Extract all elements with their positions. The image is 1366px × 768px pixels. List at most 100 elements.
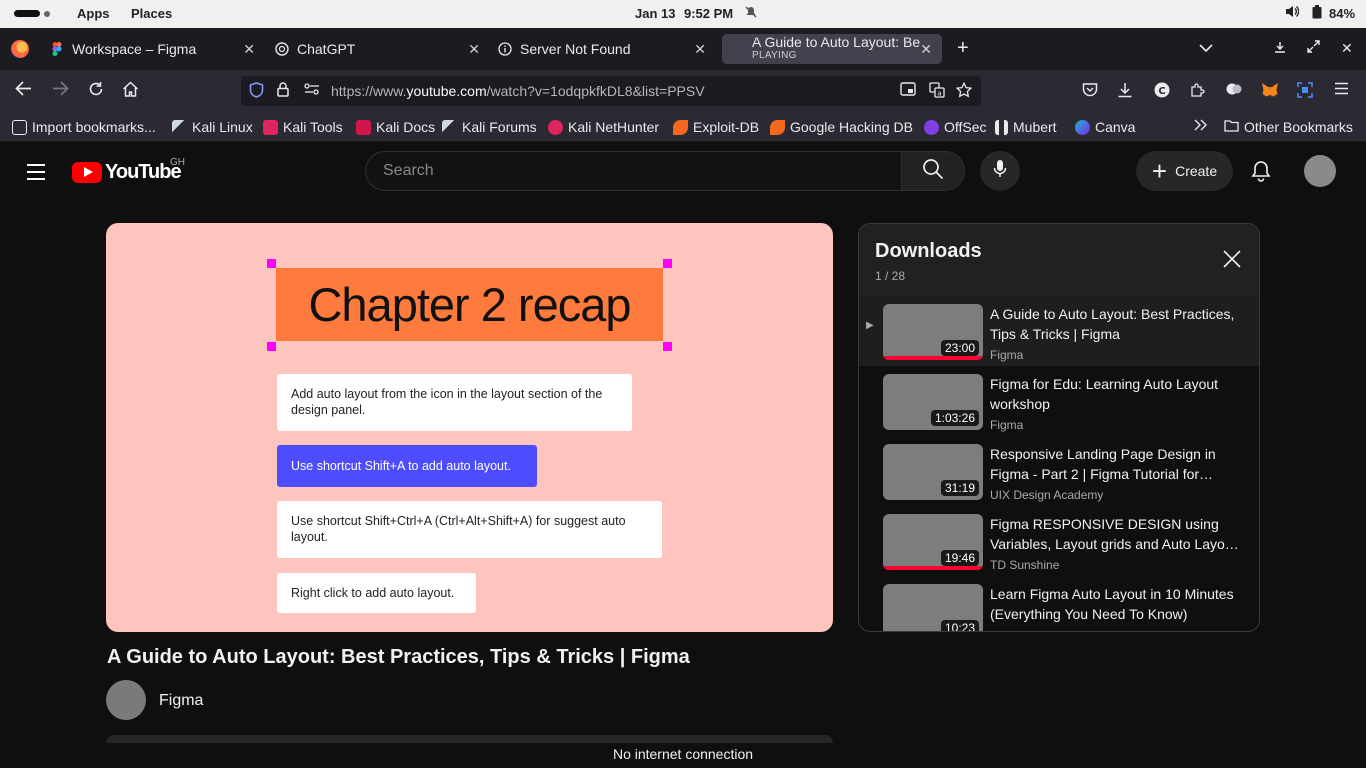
- app-menu-icon[interactable]: [1334, 82, 1349, 99]
- close-tab-icon[interactable]: ✕: [468, 41, 480, 58]
- close-tab-icon[interactable]: ✕: [920, 41, 932, 58]
- playlist-item[interactable]: 19:46 Figma RESPONSIVE DESIGN using Vari…: [859, 506, 1259, 576]
- account-avatar[interactable]: [1304, 155, 1336, 187]
- translate-icon[interactable]: a: [929, 82, 945, 101]
- bookmark-label: Kali NetHunter: [568, 119, 660, 135]
- playlist-item-channel: TD Sunshine: [990, 558, 1060, 572]
- download-window-icon[interactable]: [1274, 40, 1286, 56]
- bookmark-kali-tools[interactable]: Kali Tools: [263, 119, 343, 135]
- tracking-shield-icon[interactable]: [249, 82, 264, 101]
- time-label[interactable]: 9:52 PM: [684, 6, 733, 21]
- bookmark-import[interactable]: Import bookmarks...: [12, 119, 156, 135]
- playlist-item-title[interactable]: Figma for Edu: Learning Auto Layout work…: [990, 374, 1245, 414]
- apps-menu[interactable]: Apps: [77, 6, 110, 21]
- tab-title: Workspace – Figma: [72, 41, 197, 57]
- notifications-bell-icon[interactable]: [1251, 160, 1271, 187]
- tab-figma[interactable]: Workspace – Figma ✕: [50, 34, 265, 64]
- playlist-panel: Downloads 1 / 28 ▶ 23:00 A Guide to Auto…: [858, 223, 1260, 632]
- playlist-item-title[interactable]: Figma RESPONSIVE DESIGN using Variables,…: [990, 514, 1245, 554]
- youtube-logo[interactable]: YouTube: [72, 161, 182, 184]
- tab-server-not-found[interactable]: Server Not Found ✕: [498, 34, 716, 64]
- bookmark-label: Canva: [1095, 119, 1136, 135]
- bookmark-offsec[interactable]: OffSec: [924, 119, 987, 135]
- activities-indicator[interactable]: [14, 10, 50, 17]
- video-thumbnail[interactable]: 19:46: [883, 514, 983, 570]
- import-icon: [12, 119, 27, 135]
- restore-window-icon[interactable]: [1307, 40, 1320, 56]
- battery-icon[interactable]: [1312, 5, 1322, 22]
- home-icon[interactable]: [122, 81, 139, 102]
- lock-icon[interactable]: [277, 82, 289, 100]
- bookmark-kali-docs[interactable]: Kali Docs: [356, 119, 435, 135]
- extension-cloud-icon[interactable]: [1226, 82, 1242, 100]
- voice-search-button[interactable]: [980, 151, 1020, 191]
- svg-text:C: C: [1158, 86, 1165, 97]
- firefox-icon[interactable]: [11, 40, 29, 58]
- close-tab-icon[interactable]: ✕: [243, 41, 255, 58]
- bookmark-mubert[interactable]: Mubert: [995, 119, 1057, 135]
- guide-menu-icon[interactable]: [27, 164, 45, 185]
- site-permissions-icon[interactable]: [304, 82, 320, 99]
- connection-status-toast: No internet connection: [0, 744, 1366, 768]
- close-playlist-icon[interactable]: [1222, 249, 1242, 274]
- other-bookmarks-folder[interactable]: Other Bookmarks: [1224, 119, 1353, 135]
- watch-progress-bar: [883, 566, 983, 570]
- video-thumbnail[interactable]: 10:23: [883, 584, 983, 631]
- list-tabs-icon[interactable]: [1199, 40, 1213, 56]
- url-text[interactable]: https://www.youtube.com/watch?v=1odqpkfk…: [331, 83, 705, 99]
- more-bookmarks-chevron-icon[interactable]: [1194, 119, 1208, 131]
- close-window-icon[interactable]: ✕: [1341, 40, 1353, 57]
- duration-badge: 10:23: [940, 620, 979, 631]
- video-thumbnail[interactable]: 31:19: [883, 444, 983, 500]
- back-arrow-icon[interactable]: [15, 81, 32, 101]
- playlist-item[interactable]: 10:23 Learn Figma Auto Layout in 10 Minu…: [859, 576, 1259, 631]
- volume-icon[interactable]: [1285, 5, 1300, 21]
- search-input[interactable]: [366, 152, 901, 190]
- search-button[interactable]: [901, 151, 965, 191]
- bookmark-kali-linux[interactable]: Kali Linux: [172, 119, 253, 135]
- bookmark-exploit-db[interactable]: Exploit-DB: [673, 119, 759, 135]
- downloads-icon[interactable]: [1117, 82, 1133, 102]
- channel-avatar[interactable]: [106, 680, 146, 720]
- folder-icon: [1224, 119, 1239, 135]
- video-thumbnail[interactable]: 23:00: [883, 304, 983, 360]
- bookmarks-toolbar: Import bookmarks... Kali Linux Kali Tool…: [0, 112, 1366, 142]
- close-tab-icon[interactable]: ✕: [694, 41, 706, 58]
- video-thumbnail[interactable]: 1:03:26: [883, 374, 983, 430]
- tab-chatgpt[interactable]: ChatGPT ✕: [275, 34, 490, 64]
- playlist-item-title[interactable]: Responsive Landing Page Design in Figma …: [990, 444, 1245, 484]
- playlist-item[interactable]: ▶ 23:00 A Guide to Auto Layout: Best Pra…: [859, 296, 1259, 366]
- mubert-icon: [995, 119, 1008, 135]
- date-label[interactable]: Jan 13: [635, 6, 675, 21]
- pocket-icon[interactable]: [1082, 82, 1098, 101]
- video-player[interactable]: Chapter 2 recap Add auto layout from the…: [106, 223, 833, 632]
- picture-in-picture-icon[interactable]: [900, 82, 916, 99]
- forward-arrow-icon[interactable]: [52, 81, 69, 101]
- playlist-item-title[interactable]: A Guide to Auto Layout: Best Practices, …: [990, 304, 1245, 344]
- new-tab-icon[interactable]: +: [957, 37, 969, 60]
- extension-c-icon[interactable]: C: [1154, 82, 1170, 102]
- bookmark-canva[interactable]: Canva: [1075, 119, 1135, 135]
- kali-forums-icon: [442, 119, 457, 135]
- playlist-title[interactable]: Downloads: [875, 240, 982, 263]
- playlist-item[interactable]: 31:19 Responsive Landing Page Design in …: [859, 436, 1259, 506]
- playlist-item[interactable]: 1:03:26 Figma for Edu: Learning Auto Lay…: [859, 366, 1259, 436]
- kali-docs-icon: [356, 119, 371, 135]
- bookmark-google-hacking-db[interactable]: Google Hacking DB: [770, 119, 913, 135]
- offsec-icon: [924, 119, 939, 135]
- reload-icon[interactable]: [88, 81, 104, 102]
- address-bar[interactable]: https://www.youtube.com/watch?v=1odqpkfk…: [241, 76, 981, 106]
- channel-name[interactable]: Figma: [159, 692, 203, 710]
- metamask-fox-icon[interactable]: [1261, 82, 1279, 102]
- tab-youtube-active[interactable]: A Guide to Auto Layout: Be PLAYING ✕: [722, 34, 942, 64]
- bookmark-star-icon[interactable]: [955, 81, 973, 101]
- battery-percent: 84%: [1329, 6, 1356, 21]
- description-box[interactable]: [106, 735, 833, 743]
- extensions-puzzle-icon[interactable]: [1190, 82, 1206, 102]
- bookmark-kali-nethunter[interactable]: Kali NetHunter: [548, 119, 659, 135]
- places-menu[interactable]: Places: [131, 6, 172, 21]
- create-button[interactable]: + Create: [1136, 151, 1233, 191]
- playlist-item-title[interactable]: Learn Figma Auto Layout in 10 Minutes (E…: [990, 584, 1245, 624]
- extension-scan-icon[interactable]: [1297, 82, 1313, 102]
- bookmark-kali-forums[interactable]: Kali Forums: [442, 119, 537, 135]
